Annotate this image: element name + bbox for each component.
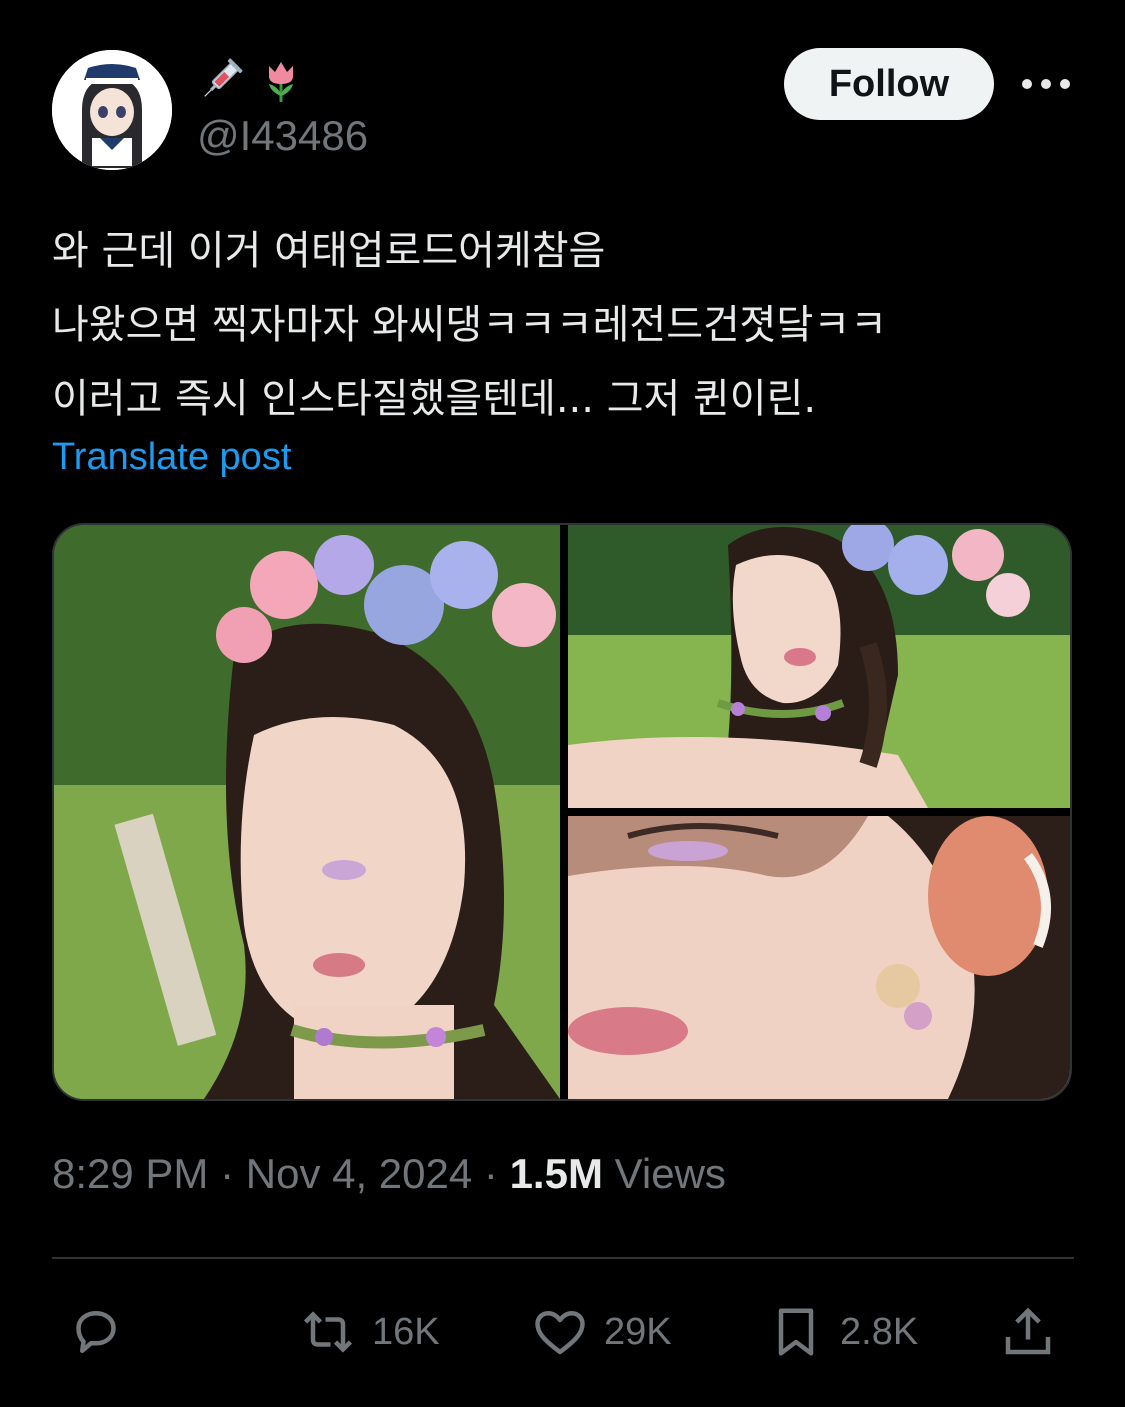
photo-3[interactable] xyxy=(568,816,1070,1099)
photo-1[interactable] xyxy=(54,525,560,1099)
views-count: 1.5M xyxy=(509,1150,603,1197)
tweet-text-line: 와 근데 이거 여태업로드어케참음 xyxy=(52,228,606,274)
translate-post-link[interactable]: Translate post xyxy=(52,436,291,479)
user-handle[interactable]: @I43486 xyxy=(197,112,368,160)
bookmark-button[interactable]: 2.8K xyxy=(766,1296,918,1368)
share-icon xyxy=(1005,1307,1051,1355)
tweet-header: @I43486 Follow xyxy=(52,48,1072,172)
share-button[interactable] xyxy=(998,1296,1058,1368)
heart-icon xyxy=(535,1311,585,1355)
reply-icon xyxy=(76,1311,116,1353)
retweet-button[interactable]: 16K xyxy=(298,1296,440,1368)
timestamp-date[interactable]: Nov 4, 2024 xyxy=(246,1150,473,1197)
timestamp-time[interactable]: 8:29 PM xyxy=(52,1150,208,1197)
follow-button[interactable]: Follow xyxy=(784,48,994,120)
reply-button[interactable] xyxy=(66,1296,126,1368)
syringe-icon xyxy=(204,58,243,97)
views-label: Views xyxy=(602,1150,726,1197)
tweet-text-line: 나왔으면 찍자마자 와씨댕ㅋㅋㅋ레전드건졋닼ㅋㅋ xyxy=(52,302,888,348)
photo-2[interactable] xyxy=(568,525,1070,808)
avatar[interactable] xyxy=(52,50,172,170)
bookmark-icon xyxy=(778,1308,814,1356)
bookmark-count: 2.8K xyxy=(840,1310,919,1353)
display-name[interactable] xyxy=(197,52,305,108)
media-grid xyxy=(52,523,1072,1101)
retweet-icon xyxy=(303,1311,353,1353)
retweet-count: 16K xyxy=(372,1310,440,1353)
tweet-text: 와 근데 이거 여태업로드어케참음 나왔으면 찍자마자 와씨댕ㅋㅋㅋ레전드건졋닼… xyxy=(52,214,1072,436)
meta-separator: · xyxy=(472,1150,510,1197)
more-options-icon[interactable] xyxy=(1020,66,1072,102)
like-count: 29K xyxy=(604,1310,672,1353)
tweet-meta: 8:29 PM · Nov 4, 2024 · 1.5M Views xyxy=(52,1150,726,1198)
action-bar: 16K 29K 2.8K xyxy=(52,1296,1072,1368)
tweet-text-line: 이러고 즉시 인스타질했을텐데... 그저 퀸이린. xyxy=(52,376,817,422)
divider xyxy=(52,1257,1074,1259)
meta-separator: · xyxy=(208,1150,246,1197)
tulip-icon xyxy=(269,62,293,102)
like-button[interactable]: 29K xyxy=(530,1296,672,1368)
